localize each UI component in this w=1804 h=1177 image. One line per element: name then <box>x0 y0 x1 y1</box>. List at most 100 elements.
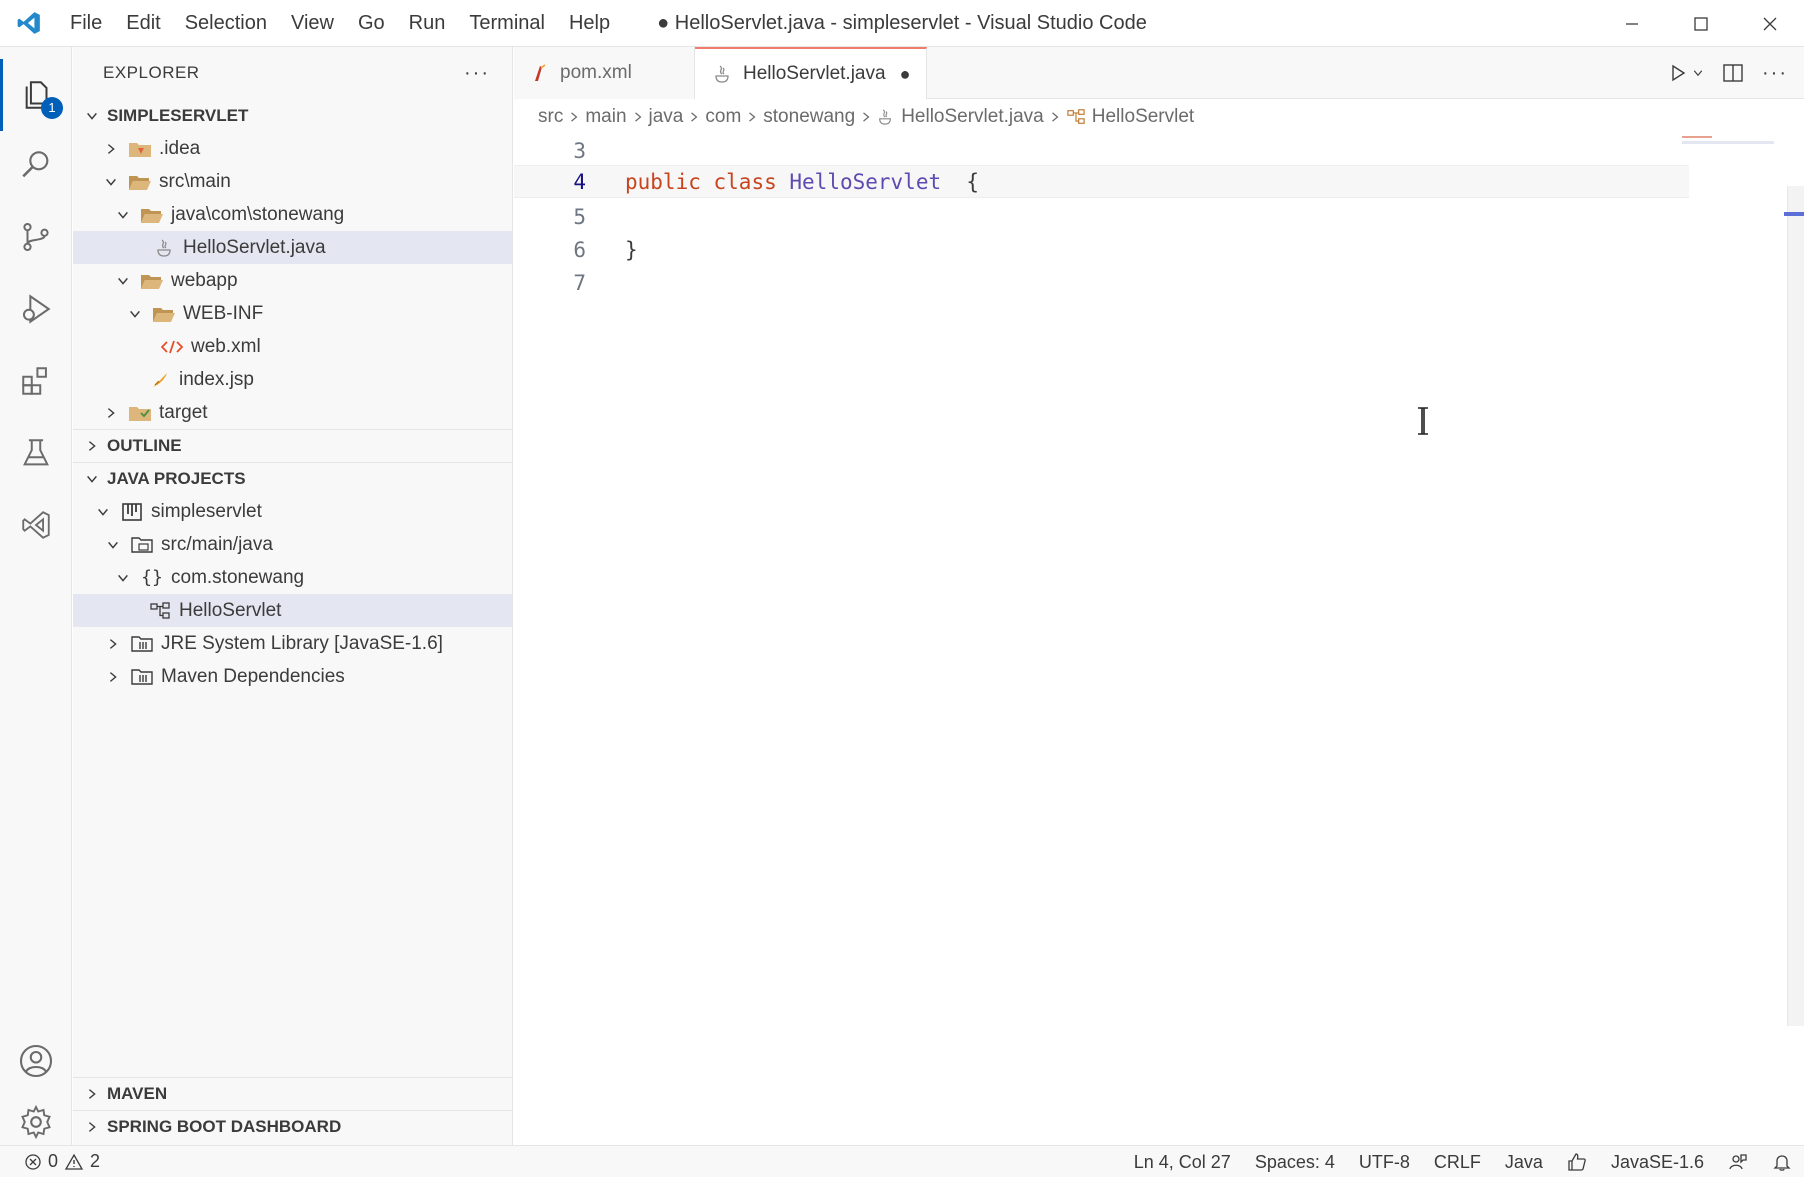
menu-help[interactable]: Help <box>557 0 622 47</box>
maximize-button[interactable] <box>1666 0 1735 47</box>
remote-explorer-activity-button[interactable] <box>0 489 72 561</box>
java-projects-section-header[interactable]: JAVA PROJECTS <box>73 462 512 495</box>
menu-run[interactable]: Run <box>397 0 458 47</box>
tree-item-target[interactable]: target <box>73 396 512 429</box>
project-item-helloservlet-class[interactable]: HelloServlet <box>73 594 512 627</box>
more-actions-button[interactable]: ··· <box>464 62 490 85</box>
problems-status[interactable]: 0 2 <box>0 1151 100 1172</box>
split-editor-button[interactable] <box>1722 63 1744 83</box>
workspace-section-header[interactable]: SIMPLESERVLET <box>73 99 512 132</box>
chevron-down-icon <box>1693 70 1703 77</box>
tab-helloservlet-java[interactable]: HelloServlet.java ● <box>695 47 927 99</box>
accounts-activity-button[interactable] <box>0 1025 72 1097</box>
run-button[interactable] <box>1668 63 1704 83</box>
error-icon <box>25 1153 41 1170</box>
extensions-icon <box>22 367 47 395</box>
project-item-src-main-java[interactable]: src/main/java <box>73 528 512 561</box>
chevron-down-icon <box>81 109 103 123</box>
window-controls <box>1597 0 1804 47</box>
folder-open-icon <box>139 270 165 292</box>
project-item-package[interactable]: {} com.stonewang <box>73 561 512 594</box>
breadcrumb-item[interactable]: stonewang <box>763 106 855 128</box>
language-mode-status[interactable]: Java <box>1493 1146 1555 1177</box>
minimize-button[interactable] <box>1597 0 1666 47</box>
more-editor-actions-button[interactable]: ··· <box>1762 62 1788 85</box>
chevron-right-icon <box>1050 110 1060 124</box>
editor-actions: ··· <box>1668 47 1788 99</box>
cursor-position-status[interactable]: Ln 4, Col 27 <box>1122 1146 1243 1177</box>
code-line-current: 4 public class HelloServlet { <box>514 165 1689 198</box>
tree-item-webapp[interactable]: webapp <box>73 264 512 297</box>
tree-item-index-jsp[interactable]: index.jsp <box>73 363 512 396</box>
menu-go[interactable]: Go <box>346 0 397 47</box>
package-braces-icon: {} <box>141 567 163 588</box>
project-item-label: simpleservlet <box>151 500 262 522</box>
jdk-version-status[interactable]: JavaSE-1.6 <box>1599 1146 1716 1177</box>
breadcrumb-item[interactable]: HelloServlet <box>1092 106 1194 128</box>
breadcrumb-item[interactable]: src <box>538 106 563 128</box>
breadcrumb-item[interactable]: com <box>705 106 741 128</box>
chevron-right-icon <box>81 439 103 453</box>
tree-item-label: webapp <box>171 269 238 291</box>
testing-activity-button[interactable] <box>0 417 72 489</box>
explorer-badge: 1 <box>41 97 63 119</box>
breadcrumb-item[interactable]: HelloServlet.java <box>901 106 1044 128</box>
breadcrumb-item[interactable]: main <box>585 106 626 128</box>
menu-view[interactable]: View <box>279 0 346 47</box>
explorer-activity-button[interactable]: 1 <box>0 59 72 131</box>
chevron-right-icon <box>101 406 121 420</box>
tree-item-java-com-stonewang[interactable]: java\com\stonewang <box>73 198 512 231</box>
extensions-activity-button[interactable] <box>0 345 72 417</box>
unsaved-dot-icon[interactable]: ● <box>900 64 911 85</box>
outline-section-header[interactable]: OUTLINE <box>73 429 512 462</box>
folder-open-icon <box>139 204 165 226</box>
source-control-activity-button[interactable] <box>0 201 72 273</box>
code-line: 7 <box>514 266 1689 299</box>
chevron-right-icon <box>103 670 123 684</box>
explorer-title: EXPLORER <box>103 63 200 82</box>
project-item-jre-library[interactable]: JRE System Library [JavaSE-1.6] <box>73 627 512 660</box>
spring-boot-dashboard-section-header[interactable]: SPRING BOOT DASHBOARD <box>73 1110 513 1143</box>
class-icon <box>1066 108 1086 126</box>
tree-item-src-main[interactable]: src\main <box>73 165 512 198</box>
project-item-maven-dependencies[interactable]: Maven Dependencies <box>73 660 512 693</box>
vertical-scrollbar[interactable] <box>1787 186 1804 1026</box>
play-icon <box>1672 64 1686 82</box>
breadcrumb-item[interactable]: java <box>649 106 684 128</box>
menu-terminal[interactable]: Terminal <box>457 0 557 47</box>
indentation-status[interactable]: Spaces: 4 <box>1243 1146 1347 1177</box>
code-editor[interactable]: 3 4 public class HelloServlet { 5 6 } 7 <box>514 134 1804 1145</box>
tree-item-label: .idea <box>159 137 201 159</box>
java-file-icon <box>151 237 177 259</box>
minimap[interactable] <box>1682 134 1774 148</box>
project-item-simpleservlet[interactable]: simpleservlet <box>73 495 512 528</box>
menu-edit[interactable]: Edit <box>114 0 172 47</box>
feedback-button[interactable] <box>1716 1146 1760 1177</box>
source-control-icon <box>23 222 49 252</box>
run-debug-activity-button[interactable] <box>0 273 72 345</box>
run-debug-icon <box>22 294 51 324</box>
code-text: public class HelloServlet { <box>625 170 979 194</box>
tree-item-helloservlet-java[interactable]: HelloServlet.java <box>73 231 512 264</box>
chevron-right-icon <box>569 110 579 124</box>
encoding-status[interactable]: UTF-8 <box>1347 1146 1422 1177</box>
java-status-button[interactable] <box>1555 1146 1599 1177</box>
eol-status[interactable]: CRLF <box>1422 1146 1493 1177</box>
maven-title: MAVEN <box>107 1084 168 1103</box>
tab-pom-xml[interactable]: pom.xml <box>514 47 695 99</box>
chevron-right-icon <box>81 1120 103 1134</box>
notifications-button[interactable] <box>1760 1146 1804 1177</box>
activity-bar: 1 <box>0 47 72 1145</box>
tree-item-web-xml[interactable]: web.xml <box>73 330 512 363</box>
search-activity-button[interactable] <box>0 129 72 201</box>
menu-file[interactable]: File <box>58 0 114 47</box>
tree-item-web-inf[interactable]: WEB-INF <box>73 297 512 330</box>
tab-label: HelloServlet.java <box>743 63 886 84</box>
tree-item-idea[interactable]: .idea <box>73 132 512 165</box>
maven-section-header[interactable]: MAVEN <box>73 1077 513 1110</box>
close-window-button[interactable] <box>1735 0 1804 47</box>
scrollbar-cursor-marker <box>1784 212 1804 216</box>
menu-selection[interactable]: Selection <box>173 0 279 47</box>
breadcrumb: src main java com stonewang HelloServlet… <box>514 100 1804 134</box>
manage-activity-button[interactable] <box>0 1095 72 1149</box>
